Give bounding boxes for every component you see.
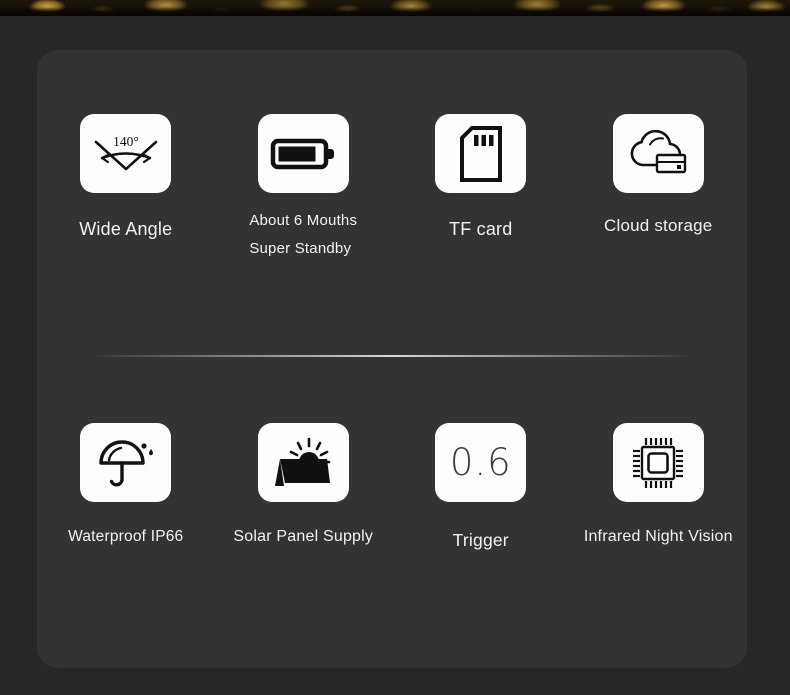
umbrella-waterproof-icon-tile[interactable] bbox=[80, 423, 172, 502]
wide-angle-icon-tile[interactable]: 140° bbox=[80, 114, 172, 193]
feature-label: TF card bbox=[449, 215, 512, 243]
feature-item-waterproof[interactable]: Waterproof IP66 bbox=[37, 423, 215, 554]
feature-label-line1: Waterproof IP66 bbox=[68, 528, 184, 545]
infrared-chip-icon bbox=[630, 435, 686, 491]
feature-label: Cloud storage bbox=[604, 212, 712, 240]
feature-label-line1: Solar Panel Supply bbox=[233, 528, 374, 545]
feature-row-1: 140° Wide Angle About 6 Mouths Super Sta… bbox=[37, 114, 747, 263]
feature-label: Trigger bbox=[453, 526, 509, 554]
feature-label: Infrared Night Vision bbox=[584, 523, 733, 551]
cloud-storage-icon bbox=[626, 129, 690, 179]
battery-icon bbox=[270, 134, 336, 174]
infrared-chip-icon-tile[interactable] bbox=[612, 423, 704, 502]
solar-panel-icon-tile[interactable] bbox=[257, 423, 349, 502]
feature-label: Solar Panel Supply bbox=[233, 523, 373, 551]
photo-strip-shadow bbox=[0, 7, 790, 16]
feature-card: 140° Wide Angle About 6 Mouths Super Sta… bbox=[37, 50, 747, 668]
feature-label-line1: Trigger bbox=[452, 530, 509, 550]
section-divider bbox=[95, 355, 689, 357]
feature-label: Wide Angle bbox=[79, 215, 172, 243]
solar-panel-icon bbox=[271, 437, 335, 489]
feature-label-line2: Super Standby bbox=[249, 240, 352, 257]
feature-label-line1: Infrared Night Vision bbox=[583, 528, 733, 545]
feature-label-line1: TF card bbox=[449, 219, 513, 239]
feature-label: Waterproof IP66 bbox=[68, 523, 183, 551]
feature-item-cloud-storage[interactable]: Cloud storage bbox=[570, 114, 748, 263]
feature-item-solar-panel[interactable]: Solar Panel Supply bbox=[215, 423, 393, 554]
cloud-storage-icon-tile[interactable] bbox=[612, 114, 704, 193]
feature-label-line1: Cloud storage bbox=[604, 216, 713, 235]
feature-item-wide-angle[interactable]: 140° Wide Angle bbox=[37, 114, 215, 263]
battery-icon-tile[interactable] bbox=[257, 114, 349, 193]
tf-card-icon bbox=[458, 125, 504, 182]
umbrella-waterproof-icon bbox=[96, 436, 156, 490]
tf-card-icon-tile[interactable] bbox=[435, 114, 527, 193]
feature-label-line1: About 6 Mouths bbox=[249, 212, 358, 229]
trigger-speed-icon: 0.6 bbox=[449, 441, 512, 484]
nature-foliage-photo-strip bbox=[0, 0, 790, 16]
feature-item-infrared-night-vision[interactable]: Infrared Night Vision bbox=[570, 423, 748, 554]
feature-label-line1: Wide Angle bbox=[79, 219, 173, 239]
svg-text:140°: 140° bbox=[113, 134, 139, 149]
feature-item-tf-card[interactable]: TF card bbox=[392, 114, 570, 263]
wide-angle-icon: 140° bbox=[93, 132, 159, 176]
feature-item-battery[interactable]: About 6 Mouths Super Standby bbox=[215, 114, 393, 263]
feature-label: About 6 Mouths Super Standby bbox=[249, 207, 357, 263]
feature-row-2: Waterproof IP66 Solar Panel Supply 0.6 T… bbox=[37, 423, 747, 554]
trigger-speed-icon-tile[interactable]: 0.6 bbox=[435, 423, 527, 502]
feature-item-trigger[interactable]: 0.6 Trigger bbox=[392, 423, 570, 554]
